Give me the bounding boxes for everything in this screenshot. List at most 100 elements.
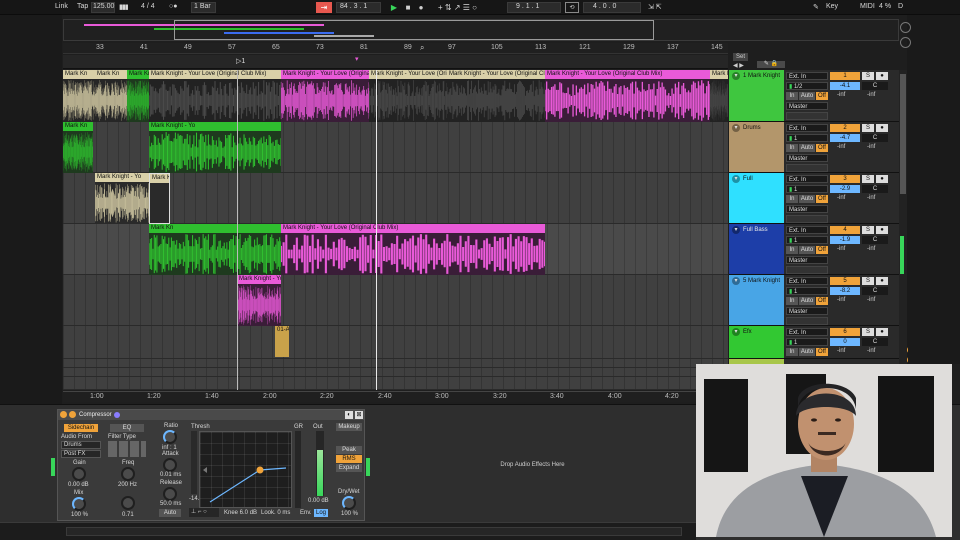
send-b-field[interactable]: -inf: [867, 246, 875, 252]
rms-button[interactable]: RMS: [336, 455, 362, 463]
quantize-select[interactable]: 1 Bar: [194, 3, 211, 10]
volume-field[interactable]: -4.1: [830, 82, 860, 90]
mixer-track-4[interactable]: ▾ Full Bass Ext. In ▮ 1 In Auto Off Master 4 S ● -1…: [729, 224, 899, 275]
device-save-icon[interactable]: ◐: [345, 411, 353, 419]
peak-button[interactable]: Peak: [336, 446, 362, 454]
zoom-toggle-icon[interactable]: [900, 37, 911, 48]
device-on-icon[interactable]: [60, 411, 67, 418]
expand-button[interactable]: Expand: [336, 464, 362, 472]
mixer-track-1[interactable]: ▾ 1 Mark Knight Ext. In ▮ 1/2 In Auto Off Maste…: [729, 70, 899, 122]
gain-knob[interactable]: [72, 467, 86, 481]
audio-clip[interactable]: Mark Knight - Yo: [237, 275, 281, 326]
track-lane-1[interactable]: Mark Kn Mark Kn Mark Kn Mark Knight - Yo…: [63, 70, 728, 122]
sidechain-toggle[interactable]: Sidechain: [64, 424, 98, 432]
attack-value[interactable]: 0.01 ms: [160, 472, 181, 478]
loop-length-field[interactable]: 4 . 0 . 0: [593, 3, 616, 10]
track-activator[interactable]: 6: [830, 328, 860, 336]
input-type-select[interactable]: Ext. In: [786, 124, 828, 132]
arrangement-view[interactable]: Mark Kn Mark Kn Mark Kn Mark Knight - Yo…: [63, 70, 728, 390]
output-select[interactable]: Master: [786, 154, 828, 162]
send-b-field[interactable]: -inf: [867, 92, 875, 98]
send-a-field[interactable]: -inf: [837, 144, 845, 150]
audio-clip-selected[interactable]: Mark Kn: [149, 173, 170, 224]
master-lane[interactable]: [63, 377, 728, 390]
input-channel-select[interactable]: ▮ 1: [786, 236, 828, 244]
return-lane-b[interactable]: [63, 368, 728, 377]
compressor-transfer-graph[interactable]: [199, 431, 292, 508]
input-channel-select[interactable]: ▮ 1/2: [786, 82, 828, 90]
output-channel-select[interactable]: [786, 164, 828, 172]
volume-field[interactable]: 0: [830, 338, 860, 346]
loop-icon[interactable]: ⟲: [565, 2, 579, 13]
threshold-slider[interactable]: [191, 431, 197, 494]
track-fold-icon[interactable]: ▾: [732, 328, 740, 336]
audio-clip[interactable]: Mark Kn: [63, 122, 93, 173]
monitor-off-button[interactable]: Off: [816, 92, 828, 100]
mixer-track-6[interactable]: ▾ Efx Ext. In ▮ 1 In Auto Off 6 S ● 0 C -inf -inf: [729, 326, 899, 359]
q-knob[interactable]: [121, 496, 135, 510]
output-channel-select[interactable]: [786, 266, 828, 274]
locator-nav-icons[interactable]: ◀ ▶: [733, 62, 744, 69]
monitor-in-button[interactable]: In: [786, 297, 798, 305]
pan-field[interactable]: C: [862, 134, 888, 142]
monitor-in-button[interactable]: In: [786, 246, 798, 254]
lookahead-field[interactable]: Look. 0 ms: [261, 510, 290, 516]
send-a-field[interactable]: -inf: [837, 246, 845, 252]
track-lane-5[interactable]: Mark Knight - Yo: [63, 275, 728, 326]
arm-button[interactable]: ●: [876, 277, 888, 285]
track-color-header[interactable]: ▾ 1 Mark Knight: [729, 70, 784, 121]
release-knob[interactable]: [163, 487, 177, 501]
track-lane-4[interactable]: Mark Kn Mark Knight - Your Love (Origina…: [63, 224, 728, 275]
punch-icon[interactable]: ⇲ ⇱: [648, 3, 662, 11]
input-channel-select[interactable]: ▮ 1: [786, 185, 828, 193]
record-icon[interactable]: ●: [416, 2, 426, 13]
send-a-field[interactable]: -inf: [837, 195, 845, 201]
input-type-select[interactable]: Ext. In: [786, 175, 828, 183]
freq-value[interactable]: 200 Hz: [118, 482, 137, 488]
audio-from-select[interactable]: Drums: [61, 441, 101, 449]
monitor-in-button[interactable]: In: [786, 348, 798, 356]
zoom-icon[interactable]: ⌕: [420, 43, 424, 53]
nudge-icon[interactable]: ▮▮▮: [119, 3, 129, 11]
bar-ruler[interactable]: 33 41 49 57 65 73 81 89 97 105 113 121 1…: [63, 43, 728, 54]
monitor-auto-button[interactable]: Auto: [799, 195, 815, 203]
track-color-header[interactable]: ▾ Full: [729, 173, 784, 223]
audio-clip[interactable]: Mark Knight - Yo: [149, 122, 281, 173]
midi-map-button[interactable]: MIDI: [860, 3, 875, 10]
stop-icon[interactable]: ■: [403, 2, 413, 13]
track-color-header[interactable]: ▾ 5 Mark Knight: [729, 275, 784, 325]
follow-icon[interactable]: ⇥: [316, 2, 332, 13]
arm-button[interactable]: ●: [876, 124, 888, 132]
loop-start-field[interactable]: 9 . 1 . 1: [516, 3, 539, 10]
send-a-field[interactable]: -inf: [837, 297, 845, 303]
output-meter[interactable]: [316, 431, 324, 496]
status-scroll[interactable]: [66, 527, 682, 536]
audio-clip[interactable]: Mark Knight - Your Love (Original Club M…: [545, 70, 710, 122]
audio-clip[interactable]: Mark Kn: [710, 70, 728, 122]
signature-field[interactable]: 4 / 4: [141, 3, 155, 10]
q-value[interactable]: 0.71: [122, 512, 134, 518]
input-type-select[interactable]: Ext. In: [786, 72, 828, 80]
monitor-auto-button[interactable]: Auto: [799, 348, 815, 356]
mix-knob[interactable]: [72, 497, 86, 511]
solo-button[interactable]: S: [862, 226, 874, 234]
attack-knob[interactable]: [163, 458, 177, 472]
device-preset-icon[interactable]: [114, 412, 120, 418]
time-ruler[interactable]: 1:00 1:20 1:40 2:00 2:20 2:40 3:00 3:20 …: [63, 391, 728, 402]
audio-clip[interactable]: 01-Au: [275, 326, 289, 357]
overdub-icon[interactable]: + ⇅ ↗ ☰ ○: [438, 3, 477, 12]
set-locator-button[interactable]: Set: [733, 53, 748, 61]
track-name[interactable]: Full Bass: [743, 227, 768, 233]
track-activator[interactable]: 2: [830, 124, 860, 132]
output-select[interactable]: Master: [786, 307, 828, 315]
output-channel-select[interactable]: [786, 112, 828, 120]
input-channel-select[interactable]: ▮ 1: [786, 338, 828, 346]
track-color-header[interactable]: ▾ Drums: [729, 122, 784, 172]
track-scrollbar[interactable]: [899, 70, 907, 390]
solo-button[interactable]: S: [862, 328, 874, 336]
input-type-select[interactable]: Ext. In: [786, 226, 828, 234]
arm-button[interactable]: ●: [876, 328, 888, 336]
volume-field[interactable]: -2.9: [830, 185, 860, 193]
track-name[interactable]: Efx: [743, 329, 752, 335]
playhead-marker[interactable]: ▾: [355, 55, 359, 63]
